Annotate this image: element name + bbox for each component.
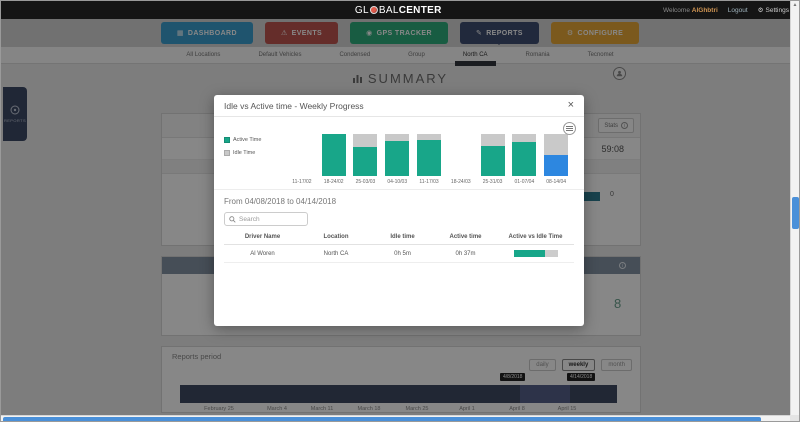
idle-segment: [544, 134, 568, 155]
idle-segment: [481, 134, 505, 146]
welcome-label: Welcome: [663, 7, 690, 14]
chart-column[interactable]: 18-24/03: [445, 127, 477, 185]
chart-column[interactable]: 01-07/04: [508, 127, 540, 185]
active-segment: [512, 142, 536, 176]
table-row[interactable]: Al Woren North CA 0h 5m 0h 37m: [224, 245, 574, 263]
idle-segment: [385, 134, 409, 141]
welcome-text: Welcome AlGhbtri: [663, 7, 718, 14]
x-axis-label: 18-24/02: [324, 179, 344, 185]
scroll-up-arrow[interactable]: ▲: [791, 1, 799, 9]
col-idle-time: Idle time: [371, 230, 434, 245]
vertical-scroll-thumb[interactable]: [792, 197, 799, 229]
legend-idle-time[interactable]: Idle Time: [224, 150, 286, 156]
x-axis-label: 01-07/04: [514, 179, 534, 185]
active-segment: [544, 155, 568, 176]
horizontal-scrollbar[interactable]: [1, 415, 792, 422]
vertical-scrollbar[interactable]: ▲: [790, 1, 799, 415]
date-range-label: From 04/08/2018 to 04/14/2018: [214, 189, 584, 210]
close-icon[interactable]: ×: [568, 100, 574, 111]
topbar-links: Welcome AlGhbtri Logout ⚙ Settings: [663, 1, 789, 19]
app-window: GL BAL CENTER Welcome AlGhbtri Logout ⚙ …: [0, 0, 800, 422]
x-axis-label: 11-17/02: [292, 179, 311, 185]
search-box[interactable]: [224, 212, 308, 226]
legend-label: Idle Time: [233, 150, 255, 156]
horizontal-scroll-thumb[interactable]: [3, 417, 761, 422]
active-time-swatch: [224, 137, 230, 143]
col-active-vs-idle: Active vs Idle Time: [497, 230, 574, 245]
topbar: GL BAL CENTER Welcome AlGhbtri Logout ⚙ …: [1, 1, 799, 19]
x-axis-label: 11-17/03: [419, 179, 438, 185]
ratio-cell: [497, 245, 574, 263]
x-axis-label: 18-24/03: [451, 179, 471, 185]
idle-segment: [353, 134, 377, 147]
globe-icon: [370, 6, 378, 14]
chart-column[interactable]: 25-03/03: [350, 127, 382, 185]
chart-legend: Active Time Idle Time: [224, 127, 286, 185]
search-input[interactable]: [239, 216, 299, 223]
active-segment: [353, 147, 377, 176]
logo-text-center: CENTER: [399, 5, 442, 16]
drivers-table: Driver Name Location Idle time Active ti…: [224, 230, 574, 263]
active-segment: [417, 140, 441, 176]
table-header-row: Driver Name Location Idle time Active ti…: [224, 230, 574, 245]
legend-label: Active Time: [233, 137, 261, 143]
idle-time-cell: 0h 5m: [371, 245, 434, 263]
idle-time-swatch: [224, 150, 230, 156]
search-icon: [229, 216, 236, 223]
col-driver-name: Driver Name: [224, 230, 301, 245]
active-segment: [322, 134, 346, 176]
chart-column[interactable]: 04-10/03: [381, 127, 413, 185]
chart-column[interactable]: 11-17/03: [413, 127, 445, 185]
col-location: Location: [301, 230, 371, 245]
chart-columns: 11-17/02 18-24/02 25-03/03 04-10/03 11-17/03…: [286, 127, 572, 185]
driver-name-cell: Al Woren: [224, 245, 301, 263]
chart-column[interactable]: 25-31/03: [477, 127, 509, 185]
ratio-bar-fill: [514, 250, 546, 257]
ratio-bar: [514, 250, 558, 257]
active-segment: [385, 141, 409, 176]
chart-column[interactable]: 08-14/04: [540, 127, 572, 185]
x-axis-label: 04-10/03: [387, 179, 407, 185]
col-active-time: Active time: [434, 230, 497, 245]
x-axis-label: 25-03/03: [356, 179, 376, 185]
logo-text-gl: GL: [355, 5, 369, 16]
weekly-progress-modal: Idle vs Active time - Weekly Progress × …: [214, 95, 584, 326]
globalcenter-logo: GL BAL CENTER: [355, 1, 442, 19]
active-segment: [481, 146, 505, 176]
logout-link[interactable]: Logout: [728, 7, 748, 14]
chart-column[interactable]: 11-17/02: [286, 127, 318, 185]
x-axis-label: 08-14/04: [546, 179, 566, 185]
idle-segment: [512, 134, 536, 142]
modal-header: Idle vs Active time - Weekly Progress ×: [214, 95, 584, 117]
weekly-chart: Active Time Idle Time 11-17/02 18-24/02 25…: [214, 117, 584, 185]
active-time-cell: 0h 37m: [434, 245, 497, 263]
settings-label: Settings: [766, 7, 790, 14]
scrollbar-corner: [790, 415, 799, 422]
gear-icon: ⚙: [758, 6, 764, 14]
chart-export-menu-icon[interactable]: [563, 122, 576, 135]
location-cell: North CA: [301, 245, 371, 263]
x-axis-label: 25-31/03: [483, 179, 503, 185]
logo-text-bal: BAL: [379, 5, 399, 16]
settings-link[interactable]: ⚙ Settings: [758, 6, 789, 14]
username: AlGhbtri: [692, 7, 718, 14]
modal-title: Idle vs Active time - Weekly Progress: [224, 101, 364, 111]
chart-column[interactable]: 18-24/02: [318, 127, 350, 185]
legend-active-time[interactable]: Active Time: [224, 137, 286, 143]
